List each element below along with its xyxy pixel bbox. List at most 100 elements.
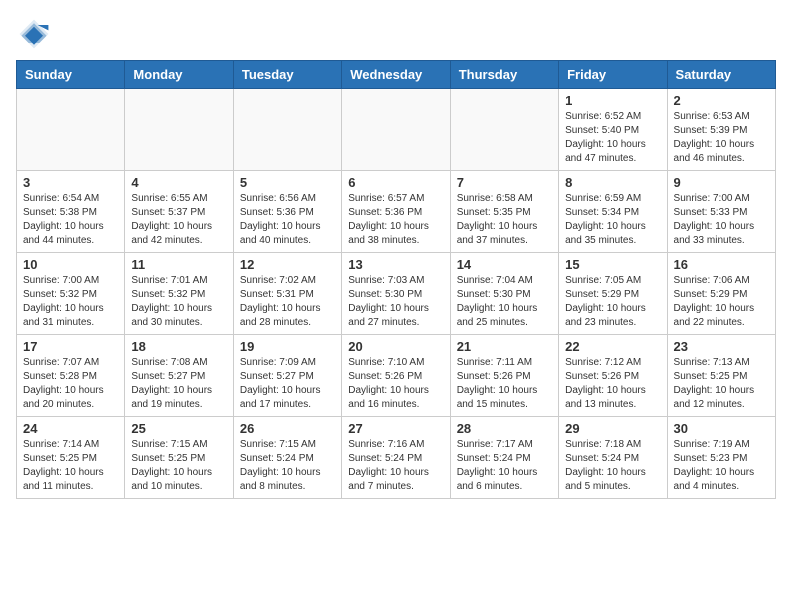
calendar-cell: 3 Sunrise: 6:54 AM Sunset: 5:38 PM Daylig… <box>17 171 125 253</box>
logo <box>16 16 56 52</box>
day-info: Sunrise: 7:12 AM Sunset: 5:26 PM Dayligh… <box>565 356 660 412</box>
day-number: 1 <box>565 93 660 108</box>
page-header <box>16 16 776 52</box>
calendar-cell: 16Sunrise: 7:06 AM Sunset: 5:29 PM Dayli… <box>667 253 775 335</box>
day-number: 3 <box>23 175 118 190</box>
day-info: Sunrise: 7:05 AM Sunset: 5:29 PM Dayligh… <box>565 274 660 330</box>
day-info: Sunrise: 7:00 AM Sunset: 5:32 PM Dayligh… <box>23 274 118 330</box>
day-number: 20 <box>348 339 443 354</box>
day-info: Sunrise: 7:06 AM Sunset: 5:29 PM Dayligh… <box>674 274 769 330</box>
calendar-cell: 18 Sunrise: 7:08 AM Sunset: 5:27 PM Dayli… <box>125 335 233 417</box>
day-info: Sunrise: 7:09 AM Sunset: 5:27 PM Dayligh… <box>240 356 335 412</box>
week-row-3: 10 Sunrise: 7:00 AM Sunset: 5:32 PM Dayli… <box>17 253 776 335</box>
day-number: 26 <box>240 421 335 436</box>
day-number: 2 <box>674 93 769 108</box>
calendar-cell: 9Sunrise: 7:00 AM Sunset: 5:33 PM Daylig… <box>667 171 775 253</box>
calendar-cell: 21Sunrise: 7:11 AM Sunset: 5:26 PM Dayli… <box>450 335 558 417</box>
day-info: Sunrise: 6:52 AM Sunset: 5:40 PM Dayligh… <box>565 110 660 166</box>
day-number: 25 <box>131 421 226 436</box>
day-number: 12 <box>240 257 335 272</box>
calendar-cell: 5 Sunrise: 6:56 AM Sunset: 5:36 PM Daylig… <box>233 171 341 253</box>
weekday-header-friday: Friday <box>559 61 667 89</box>
day-info: Sunrise: 7:15 AM Sunset: 5:24 PM Dayligh… <box>240 438 335 494</box>
day-number: 17 <box>23 339 118 354</box>
day-number: 14 <box>457 257 552 272</box>
calendar-cell: 22 Sunrise: 7:12 AM Sunset: 5:26 PM Dayli… <box>559 335 667 417</box>
day-info: Sunrise: 6:54 AM Sunset: 5:38 PM Dayligh… <box>23 192 118 248</box>
day-number: 19 <box>240 339 335 354</box>
day-info: Sunrise: 7:14 AM Sunset: 5:25 PM Dayligh… <box>23 438 118 494</box>
calendar-cell <box>125 89 233 171</box>
calendar-cell: 17Sunrise: 7:07 AM Sunset: 5:28 PM Dayli… <box>17 335 125 417</box>
day-number: 4 <box>131 175 226 190</box>
day-info: Sunrise: 6:56 AM Sunset: 5:36 PM Dayligh… <box>240 192 335 248</box>
day-number: 8 <box>565 175 660 190</box>
day-number: 7 <box>457 175 552 190</box>
week-row-1: 1 Sunrise: 6:52 AM Sunset: 5:40 PM Daylig… <box>17 89 776 171</box>
weekday-header-sunday: Sunday <box>17 61 125 89</box>
weekday-header-saturday: Saturday <box>667 61 775 89</box>
calendar-cell: 12 Sunrise: 7:02 AM Sunset: 5:31 PM Dayli… <box>233 253 341 335</box>
weekday-header-row: SundayMondayTuesdayWednesdayThursdayFrid… <box>17 61 776 89</box>
calendar-cell: 10 Sunrise: 7:00 AM Sunset: 5:32 PM Dayli… <box>17 253 125 335</box>
day-info: Sunrise: 7:17 AM Sunset: 5:24 PM Dayligh… <box>457 438 552 494</box>
day-info: Sunrise: 7:13 AM Sunset: 5:25 PM Dayligh… <box>674 356 769 412</box>
calendar-cell: 8 Sunrise: 6:59 AM Sunset: 5:34 PM Daylig… <box>559 171 667 253</box>
weekday-header-thursday: Thursday <box>450 61 558 89</box>
calendar-cell: 2 Sunrise: 6:53 AM Sunset: 5:39 PM Daylig… <box>667 89 775 171</box>
calendar-cell: 6 Sunrise: 6:57 AM Sunset: 5:36 PM Daylig… <box>342 171 450 253</box>
day-info: Sunrise: 7:02 AM Sunset: 5:31 PM Dayligh… <box>240 274 335 330</box>
logo-icon <box>16 16 52 52</box>
day-number: 18 <box>131 339 226 354</box>
day-number: 10 <box>23 257 118 272</box>
week-row-5: 24 Sunrise: 7:14 AM Sunset: 5:25 PM Dayli… <box>17 417 776 499</box>
calendar-cell <box>17 89 125 171</box>
day-number: 9 <box>674 175 769 190</box>
calendar-cell: 4 Sunrise: 6:55 AM Sunset: 5:37 PM Daylig… <box>125 171 233 253</box>
calendar-cell: 15 Sunrise: 7:05 AM Sunset: 5:29 PM Dayli… <box>559 253 667 335</box>
day-number: 23 <box>674 339 769 354</box>
weekday-header-monday: Monday <box>125 61 233 89</box>
day-number: 15 <box>565 257 660 272</box>
calendar-cell: 28 Sunrise: 7:17 AM Sunset: 5:24 PM Dayli… <box>450 417 558 499</box>
calendar-cell: 13 Sunrise: 7:03 AM Sunset: 5:30 PM Dayli… <box>342 253 450 335</box>
weekday-header-tuesday: Tuesday <box>233 61 341 89</box>
day-info: Sunrise: 7:15 AM Sunset: 5:25 PM Dayligh… <box>131 438 226 494</box>
calendar-cell: 23 Sunrise: 7:13 AM Sunset: 5:25 PM Dayli… <box>667 335 775 417</box>
calendar-cell <box>450 89 558 171</box>
day-number: 27 <box>348 421 443 436</box>
calendar-cell: 24 Sunrise: 7:14 AM Sunset: 5:25 PM Dayli… <box>17 417 125 499</box>
day-number: 11 <box>131 257 226 272</box>
day-info: Sunrise: 6:57 AM Sunset: 5:36 PM Dayligh… <box>348 192 443 248</box>
day-number: 30 <box>674 421 769 436</box>
weekday-header-wednesday: Wednesday <box>342 61 450 89</box>
calendar-cell: 29 Sunrise: 7:18 AM Sunset: 5:24 PM Dayli… <box>559 417 667 499</box>
day-number: 6 <box>348 175 443 190</box>
day-info: Sunrise: 7:10 AM Sunset: 5:26 PM Dayligh… <box>348 356 443 412</box>
day-info: Sunrise: 6:53 AM Sunset: 5:39 PM Dayligh… <box>674 110 769 166</box>
calendar-body: 1 Sunrise: 6:52 AM Sunset: 5:40 PM Daylig… <box>17 89 776 499</box>
day-number: 24 <box>23 421 118 436</box>
day-info: Sunrise: 7:03 AM Sunset: 5:30 PM Dayligh… <box>348 274 443 330</box>
day-info: Sunrise: 6:59 AM Sunset: 5:34 PM Dayligh… <box>565 192 660 248</box>
calendar-cell: 20 Sunrise: 7:10 AM Sunset: 5:26 PM Dayli… <box>342 335 450 417</box>
day-number: 28 <box>457 421 552 436</box>
day-number: 13 <box>348 257 443 272</box>
day-number: 22 <box>565 339 660 354</box>
calendar-cell: 14Sunrise: 7:04 AM Sunset: 5:30 PM Dayli… <box>450 253 558 335</box>
week-row-2: 3 Sunrise: 6:54 AM Sunset: 5:38 PM Daylig… <box>17 171 776 253</box>
calendar-cell <box>342 89 450 171</box>
day-info: Sunrise: 7:08 AM Sunset: 5:27 PM Dayligh… <box>131 356 226 412</box>
day-info: Sunrise: 7:19 AM Sunset: 5:23 PM Dayligh… <box>674 438 769 494</box>
day-info: Sunrise: 7:16 AM Sunset: 5:24 PM Dayligh… <box>348 438 443 494</box>
day-info: Sunrise: 6:55 AM Sunset: 5:37 PM Dayligh… <box>131 192 226 248</box>
calendar-cell <box>233 89 341 171</box>
day-number: 5 <box>240 175 335 190</box>
day-info: Sunrise: 7:18 AM Sunset: 5:24 PM Dayligh… <box>565 438 660 494</box>
day-info: Sunrise: 7:01 AM Sunset: 5:32 PM Dayligh… <box>131 274 226 330</box>
calendar-cell: 19 Sunrise: 7:09 AM Sunset: 5:27 PM Dayli… <box>233 335 341 417</box>
day-number: 29 <box>565 421 660 436</box>
day-info: Sunrise: 6:58 AM Sunset: 5:35 PM Dayligh… <box>457 192 552 248</box>
calendar-cell: 7 Sunrise: 6:58 AM Sunset: 5:35 PM Daylig… <box>450 171 558 253</box>
day-number: 21 <box>457 339 552 354</box>
